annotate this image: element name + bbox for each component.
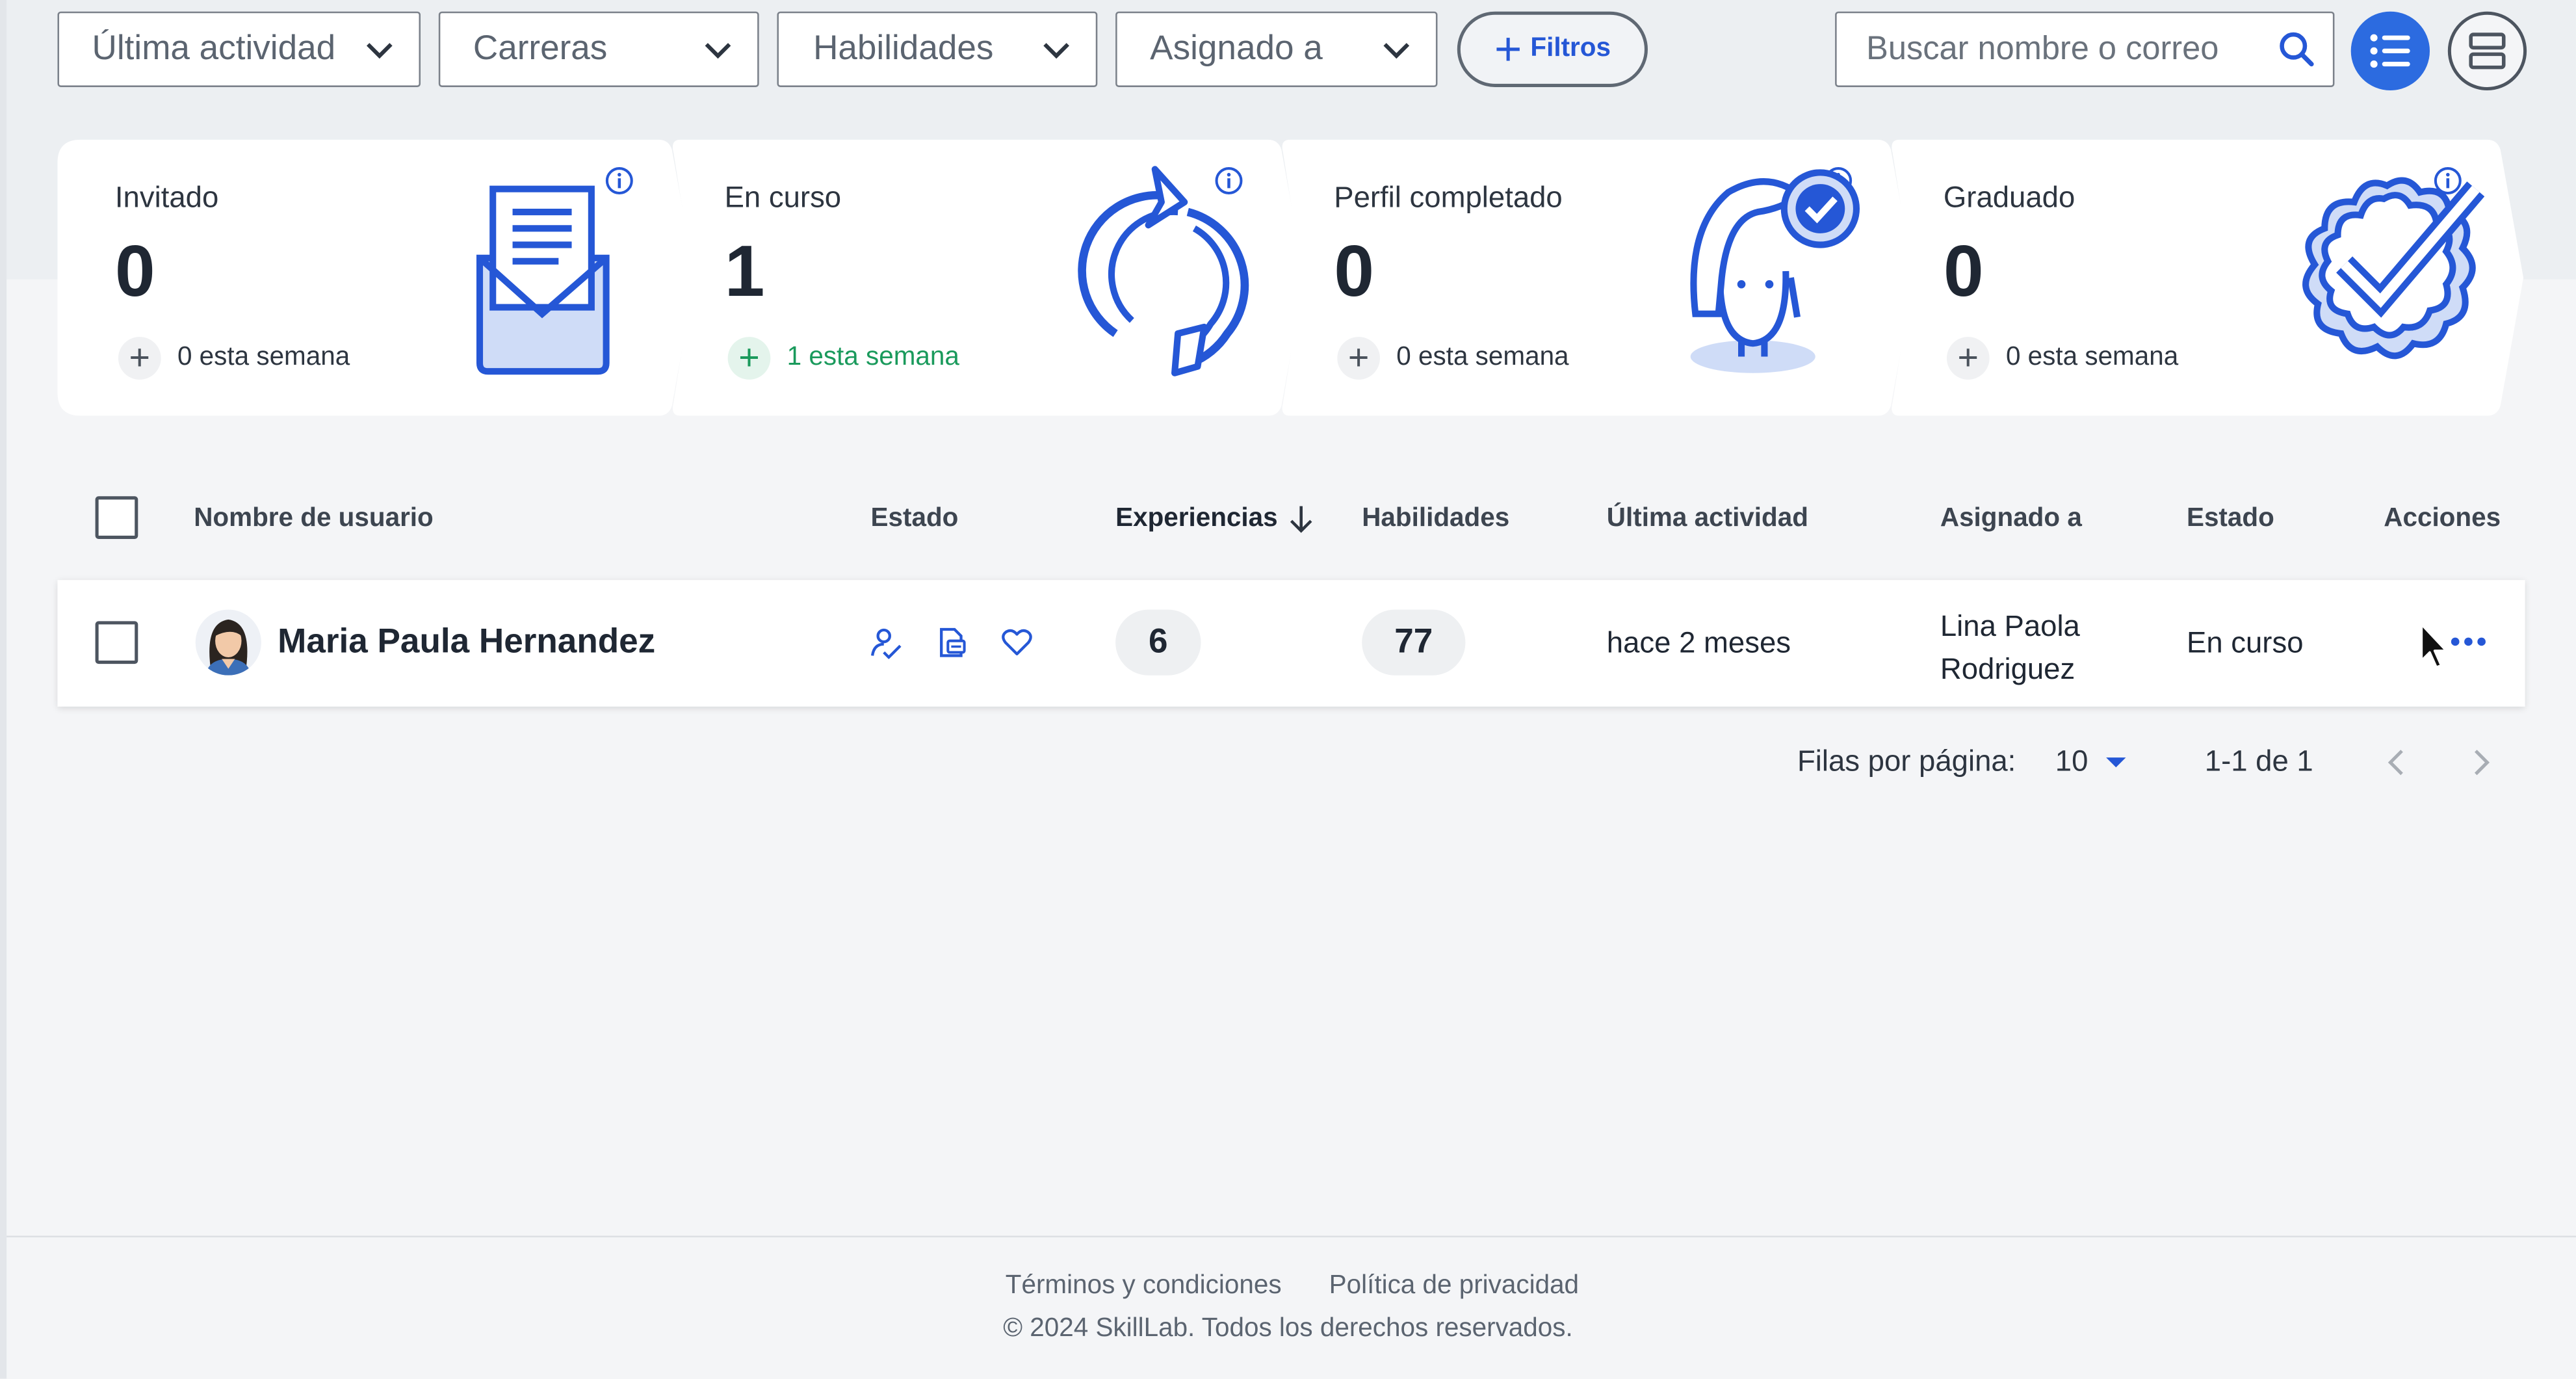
page: Última actividad Carreras Habilidades As… bbox=[0, 0, 2576, 1379]
assigned-to: Lina Paola Rodriguez bbox=[1940, 605, 2080, 690]
more-actions-icon[interactable] bbox=[2451, 637, 2486, 646]
rows-per-page-select[interactable]: 10 bbox=[2055, 744, 2127, 779]
stat-week: + 1 esta semana bbox=[727, 337, 959, 380]
assigned-to-line2: Rodriguez bbox=[1940, 652, 2075, 685]
last-activity-dropdown[interactable]: Última actividad bbox=[57, 11, 421, 87]
stat-week-text: 0 esta semana bbox=[2005, 343, 2179, 372]
refresh-cycle-icon bbox=[1078, 166, 1249, 376]
stat-count: 0 bbox=[114, 231, 155, 313]
stat-count: 1 bbox=[724, 231, 765, 313]
card-view-icon bbox=[2469, 33, 2506, 70]
assigned-to-dropdown-label: Asignado a bbox=[1150, 29, 1323, 68]
chevron-right-icon[interactable] bbox=[2469, 748, 2492, 777]
user-name[interactable]: Maria Paula Hernandez bbox=[278, 623, 655, 663]
plus-icon: + bbox=[1337, 337, 1381, 380]
filters-button-label: Filtros bbox=[1530, 34, 1611, 63]
status-icons bbox=[869, 626, 1034, 659]
stat-card-invited: Invitado 0 + 0 esta semana bbox=[57, 139, 698, 416]
column-header-state[interactable]: Estado bbox=[2187, 505, 2274, 534]
careers-dropdown-label: Carreras bbox=[473, 29, 608, 68]
list-view-button[interactable] bbox=[2350, 11, 2430, 91]
stat-label: Graduado bbox=[1943, 181, 2075, 214]
stat-count: 0 bbox=[1334, 231, 1375, 313]
stat-week-text: 1 esta semana bbox=[787, 343, 959, 372]
stat-week-text: 0 esta semana bbox=[1396, 343, 1569, 372]
column-header-experiences[interactable]: Experiencias bbox=[1115, 505, 1314, 534]
chevron-down-icon bbox=[1043, 43, 1069, 59]
skills-dropdown[interactable]: Habilidades bbox=[777, 11, 1098, 87]
select-all-checkbox[interactable] bbox=[95, 496, 138, 539]
chevron-down-icon bbox=[366, 43, 393, 59]
chevron-down-icon bbox=[1383, 43, 1410, 59]
stat-week-text: 0 esta semana bbox=[177, 343, 350, 372]
column-header-skills[interactable]: Habilidades bbox=[1362, 505, 1509, 534]
stat-card-graduated: Graduado 0 + 0 esta semana bbox=[1886, 139, 2527, 416]
search-icon[interactable] bbox=[2277, 29, 2317, 69]
stat-week: + 0 esta semana bbox=[118, 337, 350, 380]
search-input[interactable] bbox=[1863, 29, 2277, 70]
stat-label: En curso bbox=[724, 181, 842, 214]
filters-button[interactable]: Filtros bbox=[1457, 11, 1648, 87]
user-check-icon[interactable] bbox=[869, 626, 902, 659]
last-activity: hace 2 meses bbox=[1606, 625, 1791, 659]
stat-week: + 0 esta semana bbox=[1337, 337, 1569, 380]
row-checkbox[interactable] bbox=[95, 621, 138, 664]
heart-icon[interactable] bbox=[1000, 626, 1034, 659]
privacy-link[interactable]: Política de privacidad bbox=[1329, 1272, 1579, 1301]
stat-card-profile-completed: Perfil completado 0 + 0 esta semana bbox=[1277, 139, 1918, 416]
stat-week: + 0 esta semana bbox=[1946, 337, 2179, 380]
list-icon bbox=[2370, 34, 2410, 68]
column-header-experiences-label: Experiencias bbox=[1115, 504, 1278, 532]
avatar bbox=[195, 609, 261, 676]
rows-per-page-value: 10 bbox=[2055, 744, 2088, 778]
column-header-status[interactable]: Estado bbox=[871, 505, 959, 534]
envelope-document-icon bbox=[476, 185, 610, 375]
assigned-to-dropdown[interactable]: Asignado a bbox=[1115, 11, 1438, 87]
rows-per-page-label: Filas por página: bbox=[1797, 744, 2016, 778]
left-border bbox=[0, 0, 7, 1379]
avatar-image bbox=[195, 609, 261, 676]
stat-label: Invitado bbox=[114, 181, 219, 214]
skills-count: 77 bbox=[1362, 609, 1466, 676]
skills-dropdown-label: Habilidades bbox=[813, 29, 994, 68]
plus-icon: + bbox=[727, 337, 771, 380]
cv-document-icon[interactable] bbox=[935, 626, 968, 659]
column-header-actions: Acciones bbox=[2384, 504, 2501, 532]
experiences-count: 6 bbox=[1115, 609, 1201, 676]
plus-icon: + bbox=[118, 337, 161, 380]
plus-icon: + bbox=[1946, 337, 1990, 380]
stat-label: Perfil completado bbox=[1334, 181, 1563, 214]
chevron-left-icon[interactable] bbox=[2386, 748, 2408, 777]
search-box[interactable] bbox=[1835, 11, 2335, 87]
careers-dropdown[interactable]: Carreras bbox=[438, 11, 759, 87]
row-state: En curso bbox=[2186, 625, 2304, 659]
footer-divider bbox=[7, 1235, 2576, 1238]
card-view-button[interactable] bbox=[2447, 11, 2527, 91]
arrow-down-icon bbox=[1290, 506, 1312, 533]
column-header-assigned-to[interactable]: Asignado a bbox=[1940, 505, 2082, 534]
stat-count: 0 bbox=[1943, 231, 1984, 313]
mouse-cursor-icon bbox=[2420, 623, 2448, 668]
chevron-down-icon bbox=[705, 43, 731, 59]
caret-down-icon bbox=[2106, 756, 2126, 767]
copyright: © 2024 SkillLab. Todos los derechos rese… bbox=[1003, 1314, 1573, 1343]
column-header-username[interactable]: Nombre de usuario bbox=[194, 505, 434, 534]
table-row[interactable]: Maria Paula Hernandez 6 77 hace 2 meses … bbox=[57, 580, 2525, 707]
assigned-to-line1: Lina Paola bbox=[1940, 609, 2080, 643]
badge-check-icon bbox=[2302, 177, 2485, 360]
pagination-range: 1-1 de 1 bbox=[2204, 744, 2313, 778]
person-check-icon bbox=[1690, 169, 1860, 373]
terms-link[interactable]: Términos y condiciones bbox=[1006, 1272, 1282, 1301]
plus-icon bbox=[1496, 38, 1519, 61]
last-activity-dropdown-label: Última actividad bbox=[92, 29, 336, 68]
column-header-last-activity[interactable]: Última actividad bbox=[1607, 505, 1808, 534]
stat-card-in-progress: En curso 1 + 1 esta semana bbox=[667, 139, 1308, 416]
